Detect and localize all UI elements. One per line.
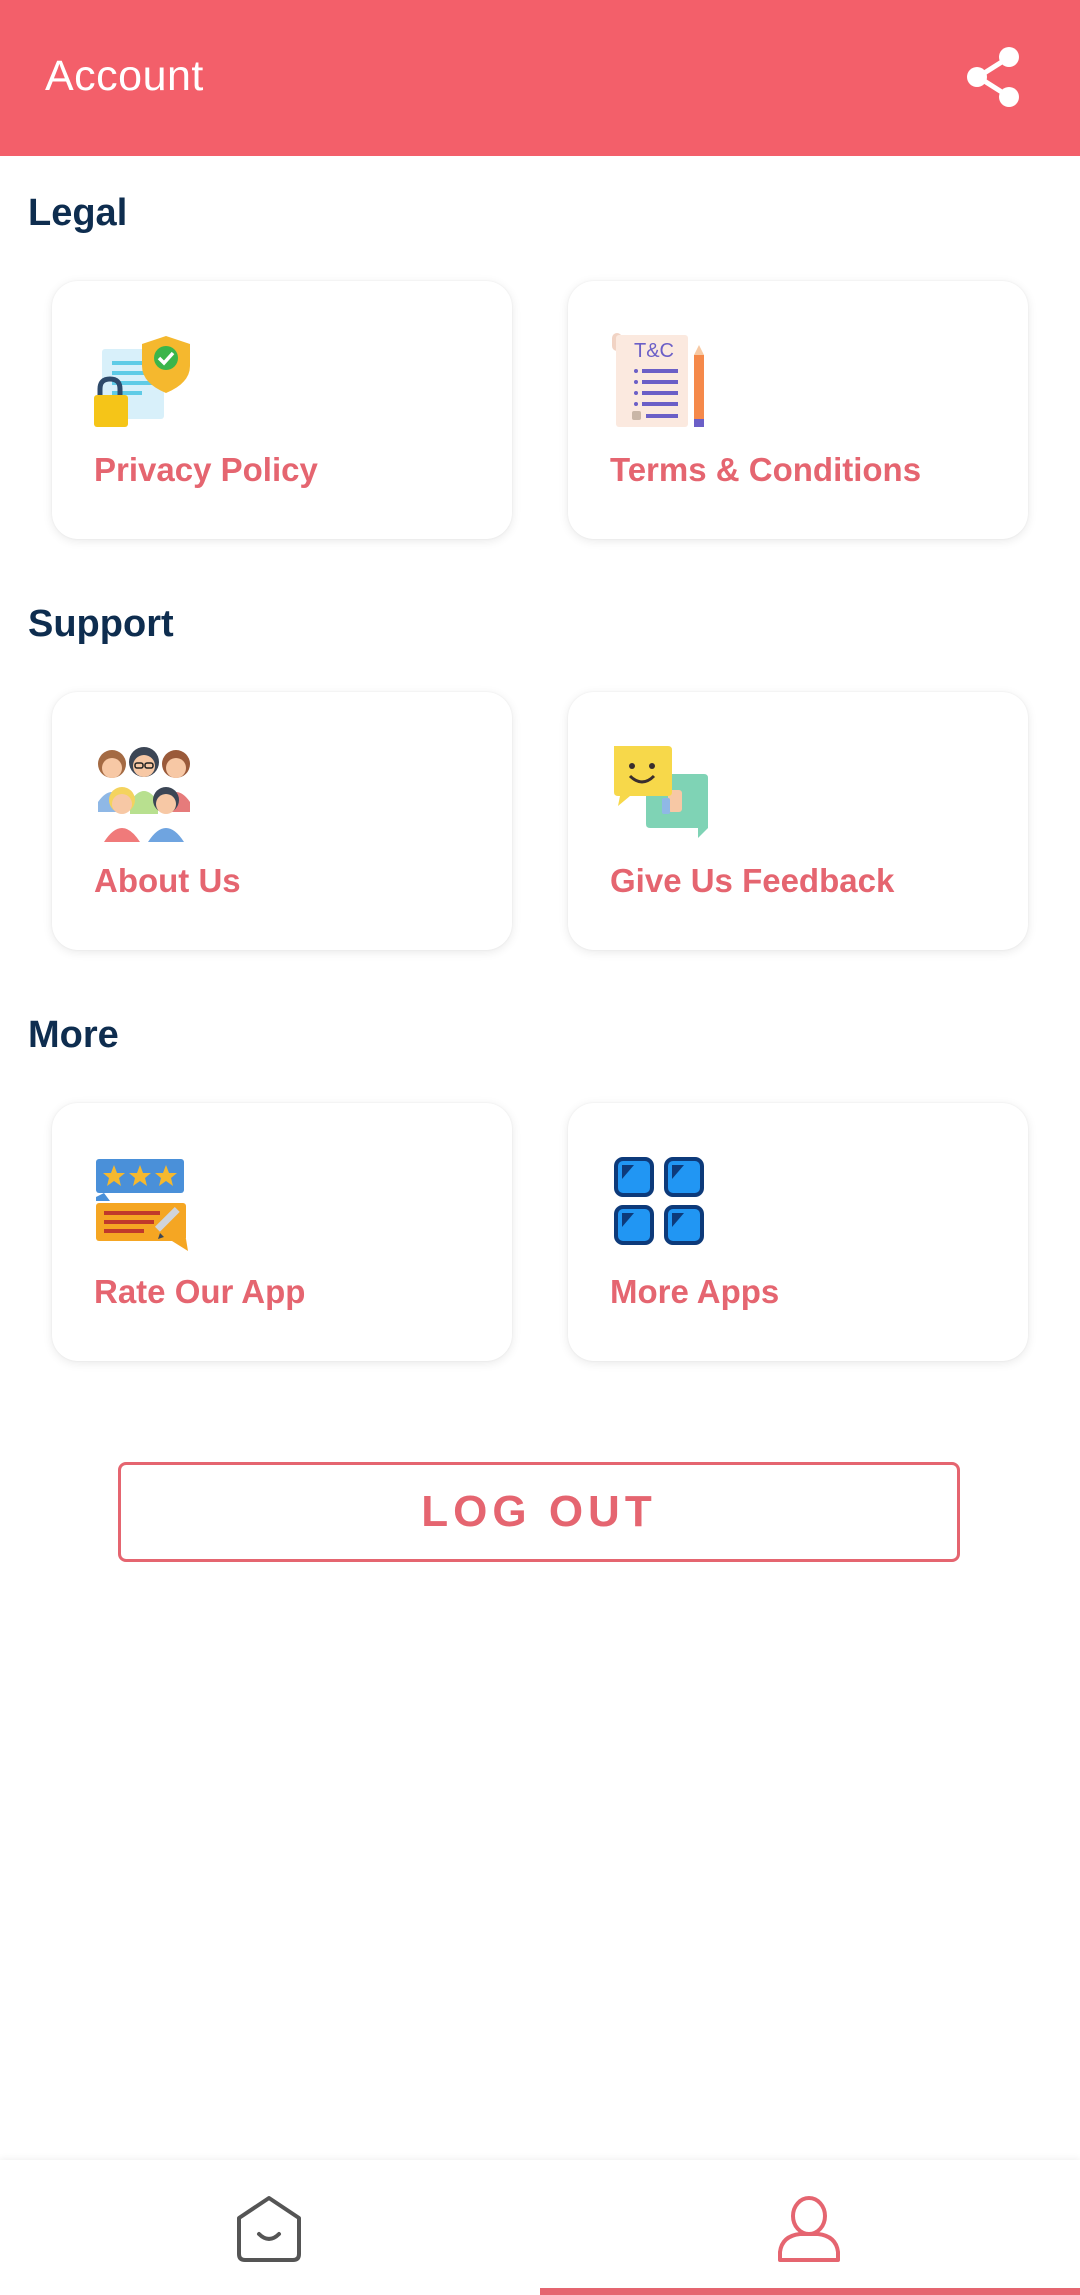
team-people-icon: [94, 742, 194, 842]
about-us-label: About Us: [94, 862, 241, 899]
logout-button[interactable]: LOG OUT: [118, 1462, 960, 1562]
privacy-policy-label: Privacy Policy: [94, 451, 318, 488]
terms-document-icon: T&C: [610, 331, 710, 431]
section-title-legal: Legal: [28, 192, 128, 234]
section-title-support: Support: [28, 603, 174, 645]
active-tab-indicator: [540, 2288, 1080, 2295]
account-screen: Account Legal Privacy Policy T&C Terms &…: [0, 0, 1080, 2295]
give-feedback-label: Give Us Feedback: [610, 862, 895, 899]
privacy-policy-icon: [94, 331, 194, 431]
home-bag-icon: [237, 2196, 301, 2262]
more-apps-card[interactable]: More Apps: [568, 1103, 1028, 1361]
profile-icon: [778, 2196, 840, 2262]
more-apps-label: More Apps: [610, 1273, 780, 1310]
privacy-policy-card[interactable]: Privacy Policy: [52, 281, 512, 539]
rate-app-card[interactable]: Rate Our App: [52, 1103, 512, 1361]
svg-text:T&C: T&C: [634, 340, 674, 362]
give-feedback-card[interactable]: Give Us Feedback: [568, 692, 1028, 950]
section-title-more: More: [28, 1014, 119, 1056]
terms-conditions-label: Terms & Conditions: [610, 451, 922, 488]
bottom-navigation: [0, 2160, 1080, 2295]
share-icon[interactable]: [960, 44, 1026, 110]
nav-tab-home[interactable]: [0, 2160, 540, 2295]
rating-stars-icon: [94, 1153, 194, 1253]
page-title: Account: [45, 52, 204, 100]
terms-conditions-card[interactable]: T&C Terms & Conditions: [568, 281, 1028, 539]
feedback-chat-icon: [610, 742, 710, 842]
about-us-card[interactable]: About Us: [52, 692, 512, 950]
nav-tab-profile[interactable]: [540, 2160, 1080, 2295]
apps-grid-icon: [610, 1153, 710, 1253]
app-header: Account: [0, 0, 1080, 156]
rate-app-label: Rate Our App: [94, 1273, 306, 1310]
